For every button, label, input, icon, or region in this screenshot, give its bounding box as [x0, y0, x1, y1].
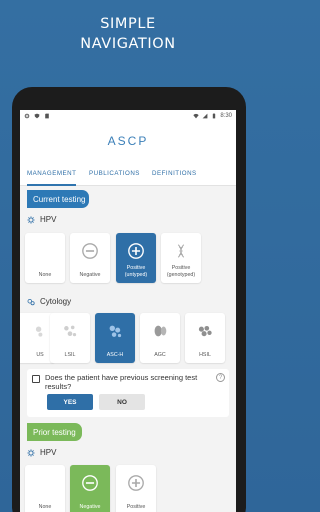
hpv-option-negative-label: Negative [79, 271, 101, 278]
ascp-logo: ASCP [108, 134, 149, 148]
cytology-option-hsil-label: HSIL [199, 351, 211, 358]
previous-results-question: Does the patient have previous screening… [27, 369, 229, 417]
help-icon[interactable]: ? [216, 373, 225, 382]
battery-icon [213, 113, 216, 119]
status-time: 8:30 [220, 113, 232, 119]
question-text: Does the patient have previous screening… [45, 373, 198, 391]
cells-cluster-icon [109, 325, 122, 338]
current-hpv-heading-text: HPV [40, 215, 57, 224]
checkbox-icon [32, 375, 40, 383]
tab-publications[interactable]: PUBLICATIONS [89, 160, 140, 186]
hpv-option-positive-untyped[interactable]: Positive (untyped) [116, 233, 156, 283]
prior-hpv-option-negative-label: Negative [79, 503, 101, 510]
management-content: Current testing HPV None Negative Positi… [20, 187, 236, 512]
virus-icon [27, 448, 35, 457]
hpv-option-none-label: None [38, 271, 52, 278]
prior-testing-label: Prior testing [27, 423, 82, 441]
settings-icon [24, 113, 30, 119]
headline-line-1: SIMPLE [100, 16, 156, 32]
prior-hpv-option-negative[interactable]: Negative [70, 465, 110, 512]
cytology-option-lsil[interactable]: LSIL [50, 313, 90, 363]
help-icon-glyph: ? [218, 374, 223, 381]
cytology-heading-text: Cytology [40, 297, 72, 306]
prior-hpv-option-positive-label: Positive [126, 503, 146, 510]
hpv-option-positive-untyped-label: Positive (untyped) [124, 265, 148, 278]
cytology-option-agc[interactable]: AGC [140, 313, 180, 363]
hpv-option-none[interactable]: None [25, 233, 65, 283]
phone-screen: 8:30 ASCP MANAGEMENT PUBLICATIONS DEFINI… [20, 110, 236, 512]
cytology-option-us-label: US [36, 351, 44, 358]
signal-icon [202, 113, 208, 119]
virus-icon [27, 215, 35, 224]
cytology-option-agc-label: AGC [154, 351, 166, 358]
cells-scattered-icon [64, 325, 77, 337]
minus-circle-icon [82, 243, 98, 259]
cytology-option-asc-h-label: ASC-H [106, 351, 124, 358]
yes-button[interactable]: YES [47, 394, 93, 410]
prior-hpv-option-positive[interactable]: Positive [116, 465, 156, 512]
prior-hpv-option-none-label: None [38, 503, 52, 510]
cells-glandular-icon [154, 325, 167, 337]
status-bar: 8:30 [20, 110, 236, 122]
cytology-option-lsil-label: LSIL [64, 351, 76, 358]
no-button-label: NO [117, 398, 127, 406]
cytology-heading: Cytology [27, 297, 71, 306]
shield-icon [34, 113, 40, 119]
hpv-option-negative[interactable]: Negative [70, 233, 110, 283]
sd-card-icon [45, 113, 49, 119]
current-hpv-heading: HPV [27, 215, 56, 224]
dna-icon [177, 244, 185, 258]
cells-light-icon [35, 326, 43, 337]
yes-button-label: YES [63, 398, 77, 406]
cells-icon [27, 298, 35, 305]
tab-publications-label: PUBLICATIONS [89, 169, 140, 177]
no-button[interactable]: NO [99, 394, 145, 410]
prior-hpv-heading: HPV [27, 448, 56, 457]
tab-management-label: MANAGEMENT [27, 169, 77, 177]
plus-circle-icon [128, 243, 144, 259]
tab-management[interactable]: MANAGEMENT [27, 160, 77, 186]
prior-testing-text: Prior testing [33, 427, 76, 437]
app-bar: ASCP [20, 122, 236, 160]
wifi-icon [193, 113, 200, 119]
prior-hpv-option-none[interactable]: None [25, 465, 65, 512]
current-testing-label: Current testing [27, 190, 89, 208]
minus-circle-icon [82, 475, 98, 491]
tab-definitions[interactable]: DEFINITIONS [152, 160, 197, 186]
prior-hpv-heading-text: HPV [40, 448, 57, 457]
tab-definitions-label: DEFINITIONS [152, 169, 197, 177]
hpv-option-positive-genotyped[interactable]: Positive (genotyped) [161, 233, 201, 283]
cytology-option-hsil[interactable]: HSIL [185, 313, 225, 363]
logo-text: ASCP [107, 134, 149, 148]
current-testing-text: Current testing [33, 194, 86, 204]
promo-headline: SIMPLE NAVIGATION [0, 14, 256, 54]
plus-circle-icon [128, 475, 144, 491]
headline-line-2: NAVIGATION [80, 36, 176, 52]
cells-dense-icon [198, 325, 212, 337]
hpv-option-positive-genotyped-label: Positive (genotyped) [166, 265, 196, 278]
cytology-option-asc-h[interactable]: ASC-H [95, 313, 135, 363]
tab-bar: MANAGEMENT PUBLICATIONS DEFINITIONS [20, 160, 236, 186]
